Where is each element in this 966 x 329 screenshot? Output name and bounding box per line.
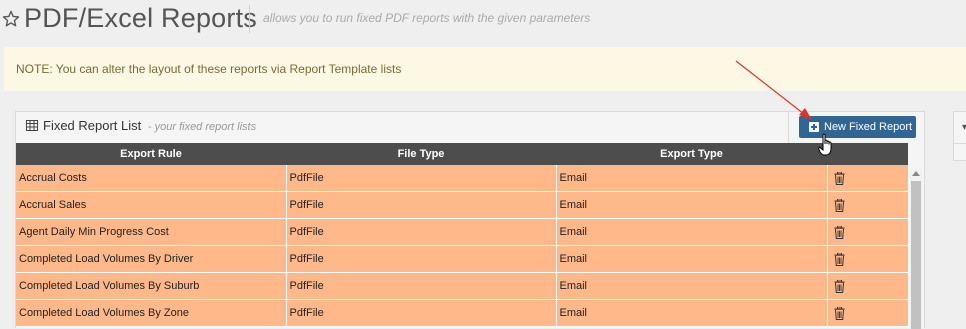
export-type-cell[interactable]: Email [556,218,828,246]
title-divider [249,5,250,33]
file-type-cell[interactable]: PdfFile [286,272,557,300]
trash-icon[interactable] [834,171,845,185]
table-row[interactable]: Accrual Sales PdfFile Email [16,191,909,219]
table-header-row: Export Rule File Type Export Type [16,143,908,165]
panel-header: Fixed Report List - your fixed report li… [16,112,924,143]
delete-cell [827,191,909,219]
table-row[interactable]: Agent Daily Min Progress Cost PdfFile Emai… [16,218,909,246]
side-panel-icon: ▾ [962,122,966,133]
file-type-cell[interactable]: PdfFile [286,245,557,273]
page-subtitle: allows you to run fixed PDF reports with… [263,11,591,25]
delete-cell [827,245,909,273]
export-rule-cell[interactable]: Accrual Sales [16,191,287,219]
side-panel-divider [954,143,966,144]
file-type-cell[interactable]: PdfFile [286,191,557,219]
export-rule-cell[interactable]: Completed Load Volumes By Suburb [16,272,287,300]
file-type-cell[interactable]: PdfFile [286,165,557,192]
file-type-cell[interactable]: PdfFile [286,299,557,327]
panel-subtitle: - your fixed report lists [147,121,257,133]
panel-title-text: Fixed Report List [43,118,142,133]
delete-cell [827,218,909,246]
page-title: PDF/Excel Reports [24,3,257,33]
export-rule-cell[interactable]: Completed Load Volumes By Driver [16,245,287,273]
delete-cell [827,272,909,300]
export-type-cell[interactable]: Email [556,191,828,219]
table-row[interactable]: Completed Load Volumes By Driver PdfFile E… [16,245,909,273]
panel-title: Fixed Report List - your fixed report li… [43,118,256,133]
table-row[interactable]: Completed Load Volumes By Zone PdfFile Ema… [16,299,909,327]
table-scrollbar[interactable] [910,169,922,329]
delete-cell [827,165,909,192]
export-rule-cell[interactable]: Accrual Costs [16,165,287,192]
table-body: Accrual Costs PdfFile Email Accrual Sales Pd… [16,165,909,327]
table-grid-icon [26,120,38,131]
new-fixed-report-button[interactable]: New Fixed Report [799,116,916,138]
page-header: PDF/Excel Reports allows you to run fixe… [0,0,966,40]
note-alert: NOTE: You can alter the layout of these … [4,47,966,91]
export-type-cell[interactable]: Email [556,299,828,327]
new-fixed-report-label: New Fixed Report [824,121,913,133]
trash-icon[interactable] [834,279,845,293]
column-header-export-type[interactable]: Export Type [556,143,827,165]
toolbar-divider [788,112,789,143]
export-rule-cell[interactable]: Agent Daily Min Progress Cost [16,218,287,246]
trash-icon[interactable] [834,306,845,320]
note-text: NOTE: You can alter the layout of these … [16,62,402,76]
export-type-cell[interactable]: Email [556,165,828,192]
hand-cursor-icon [818,133,832,156]
side-panel-edge: ▾ [953,111,966,161]
export-type-cell[interactable]: Email [556,272,828,300]
report-table: Export Rule File Type Export Type Accrua… [16,143,909,327]
export-rule-cell[interactable]: Completed Load Volumes By Zone [16,299,287,327]
file-type-cell[interactable]: PdfFile [286,218,557,246]
trash-icon[interactable] [834,198,845,212]
column-header-file-type[interactable]: File Type [286,143,556,165]
delete-cell [827,299,909,327]
scroll-thumb[interactable] [911,181,921,329]
table-row[interactable]: Completed Load Volumes By Suburb PdfFile E… [16,272,909,300]
column-header-export-rule[interactable]: Export Rule [16,143,286,165]
trash-icon[interactable] [834,225,845,239]
export-type-cell[interactable]: Email [556,245,828,273]
table-row[interactable]: Accrual Costs PdfFile Email [16,165,909,192]
fixed-report-panel: Fixed Report List - your fixed report li… [15,111,925,329]
star-icon[interactable] [2,10,20,28]
plus-square-icon [809,122,819,132]
scroll-up-arrow-icon[interactable] [912,171,920,176]
trash-icon[interactable] [834,252,845,266]
column-header-actions [827,143,908,165]
